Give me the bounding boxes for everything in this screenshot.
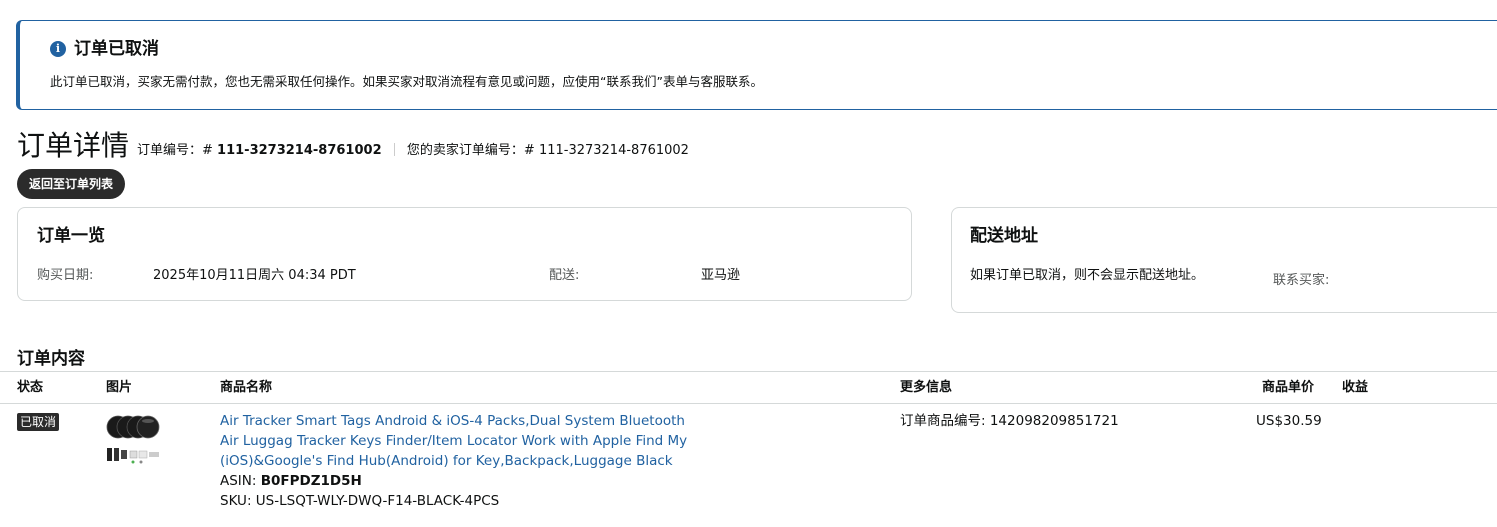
alert-message: 此订单已取消，买家无需付款，您也无需采取任何操作。如果买家对取消流程有意见或问题… (50, 74, 763, 89)
status-badge: 已取消 (17, 413, 60, 431)
shipping-value: 亚马逊 (701, 268, 741, 283)
asin-value: B0FPDZ1D5H (260, 473, 362, 489)
product-image[interactable] (105, 410, 163, 466)
column-header-proceeds: 收益 (1342, 380, 1369, 395)
asin-label: ASIN: (220, 473, 257, 489)
column-header-status: 状态 (17, 380, 44, 395)
column-header-more-info: 更多信息 (900, 380, 953, 395)
info-icon: i (50, 41, 66, 57)
order-number-info: 订单编号：# 111-3273214-8761002 您的卖家订单编号：# 11… (137, 142, 689, 160)
order-number-label: 订单编号：# (137, 143, 213, 158)
unit-price: US$30.59 (1256, 413, 1322, 429)
purchase-date-value: 2025年10月11日周六 04:34 PDT (153, 268, 356, 283)
page-title: 订单详情 (17, 129, 130, 162)
product-name-link[interactable]: Air Tracker Smart Tags Android & iOS-4 P… (220, 411, 690, 471)
column-header-unit-price: 商品单价 (1262, 380, 1315, 395)
order-summary-title: 订单一览 (37, 226, 105, 246)
alert-title: 订单已取消 (74, 39, 159, 59)
divider (393, 143, 395, 156)
column-header-product-name: 商品名称 (220, 380, 273, 395)
shipping-address-title: 配送地址 (970, 226, 1038, 246)
sku-line: SKU: US-LSQT-WLY-DWQ-F14-BLACK-4PCS (220, 493, 500, 509)
order-item-id: 订单商品编号: 142098209851721 (900, 413, 1119, 429)
shipping-label: 配送: (549, 268, 580, 283)
order-cancelled-alert: i 订单已取消 此订单已取消，买家无需付款，您也无需采取任何操作。如果买家对取消… (16, 20, 1497, 110)
seller-order-number: 111-3273214-8761002 (538, 143, 689, 158)
order-summary-card: 订单一览 购买日期: 2025年10月11日周六 04:34 PDT 配送: 亚… (17, 207, 912, 301)
asin-line: ASIN: B0FPDZ1D5H (220, 471, 362, 491)
seller-order-number-label: 您的卖家订单编号：# (406, 143, 535, 158)
shipping-address-note: 如果订单已取消，则不会显示配送地址。 (970, 268, 1205, 283)
contact-buyer-label: 联系买家: (1273, 273, 1330, 288)
order-contents-title: 订单内容 (17, 349, 85, 369)
purchase-date-label: 购买日期: (37, 268, 94, 283)
shipping-address-card: 配送地址 如果订单已取消，则不会显示配送地址。 联系买家: (951, 207, 1497, 313)
order-number: 111-3273214-8761002 (217, 143, 382, 158)
column-header-image: 图片 (106, 380, 133, 395)
order-items-table-header: 状态 图片 商品名称 更多信息 商品单价 收益 (0, 371, 1497, 404)
back-to-orders-button[interactable]: 返回至订单列表 (17, 169, 126, 199)
